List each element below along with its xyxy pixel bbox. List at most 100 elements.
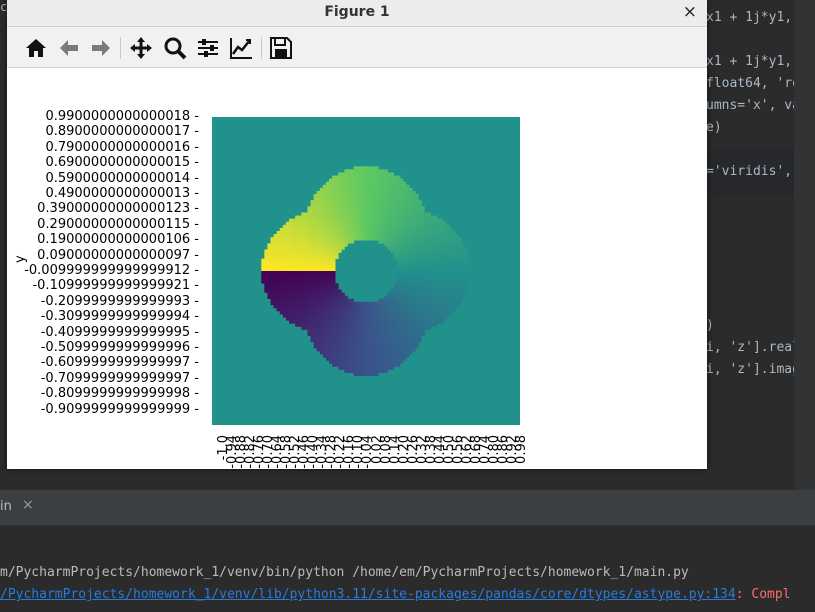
forward-button[interactable] [88,35,114,61]
heatmap-cell [307,206,311,210]
heatmap-cell [384,169,388,173]
heatmap-cell [332,243,336,247]
heatmap-cell [273,304,277,309]
heatmap-cell [409,246,413,250]
heatmap-cell [356,317,361,321]
y-tick-label: -0.6099999999999997 - [40,355,199,371]
heatmap-cell [279,289,284,293]
heatmap-cell [295,317,299,321]
heatmap-cell [276,240,281,244]
pan-button[interactable] [128,35,154,61]
heatmap-cell [304,320,308,324]
heatmap-cell [458,283,462,287]
heatmap-cell [375,363,379,367]
heatmap-cell [282,311,287,315]
figure-canvas[interactable]: 0.9900000000000018 -0.8900000000000017 -… [7,68,707,469]
heatmap-cell [282,283,287,287]
toolbar-separator [120,37,121,59]
heatmap-cell [301,271,305,275]
heatmap-cell [402,255,407,259]
editor-scrollbar[interactable] [794,0,815,490]
heatmap-cell [298,255,302,259]
heatmap-cell [332,332,336,336]
heatmap-cell [412,283,416,287]
heatmap-cell [433,311,438,315]
heatmap-cell [427,240,431,244]
heatmap-cell [267,274,271,278]
heatmap-cell [316,341,321,346]
heatmap-cell [347,212,351,216]
heatmap-cell [270,243,274,247]
heatmap-cell [427,323,431,327]
heatmap-cell [378,215,382,219]
heatmap-cell [353,311,358,315]
heatmap-cell [295,283,299,287]
window-titlebar[interactable]: Figure 1 × [7,0,707,27]
heatmap-cell [325,237,330,241]
heatmap-cell [427,320,431,324]
heatmap-cell [313,332,318,336]
heatmap-cell [359,212,364,216]
heatmap-cell [375,332,379,336]
heatmap-cell [304,221,308,226]
heatmap-cell [409,304,413,309]
heatmap-cell [446,252,450,256]
heatmap-cell [430,237,435,241]
console-file-link[interactable]: /PycharmProjects/homework_1/venv/lib/pyt… [0,587,736,602]
heatmap-cell [399,311,404,315]
heatmap-cell [455,246,459,250]
heatmap-cell [387,301,391,306]
heatmap-cell [384,172,388,176]
heatmap-cell [289,221,293,226]
heatmap-cell [415,280,419,284]
heatmap-cell [276,246,281,250]
heatmap-cell [338,351,342,355]
back-button[interactable] [56,35,82,61]
heatmap-cell [341,338,345,343]
heatmap-cell [310,289,314,293]
configure-subplots-button[interactable] [195,35,221,61]
heatmap-cell [387,323,391,327]
heatmap-cell [381,326,385,330]
heatmap-cell [322,283,327,287]
heatmap-cell [332,203,336,207]
heatmap-cell [298,280,302,284]
heatmap-cell [325,341,330,346]
heatmap-cell [387,351,391,355]
heatmap-cell [347,240,351,244]
heatmap-cell [350,234,354,238]
heatmap-cell [430,307,435,312]
heatmap-cell [396,326,401,330]
heatmap-cell [325,301,330,306]
heatmap-cell [390,295,395,300]
heatmap-cell [402,215,407,219]
heatmap-cell [390,338,395,343]
window-close-button[interactable]: × [683,2,697,22]
home-button[interactable] [23,35,49,61]
zoom-button[interactable] [162,35,188,61]
heatmap-cell [378,341,382,346]
heatmap-cell [366,357,370,361]
heatmap-cell [362,187,367,192]
heatmap-cell [350,317,354,321]
heatmap-cell [366,172,370,176]
save-button[interactable] [268,35,294,61]
heatmap-cell [366,197,370,201]
run-tab-main[interactable]: in [0,499,12,514]
heatmap-cell [381,218,385,223]
heatmap-cell [381,197,385,201]
heatmap-cell [409,261,413,266]
heatmap-cell [298,289,302,293]
console-error-text: : Compl [735,587,791,602]
heatmap-cell [390,212,395,216]
run-tab-close-icon[interactable]: × [22,497,34,513]
heatmap-cell [285,221,290,226]
edit-axis-button[interactable] [228,35,254,61]
heatmap-cell [378,175,382,179]
heatmap-cell [439,246,444,250]
heatmap-cell [424,221,428,226]
heatmap-cell [384,311,388,315]
heatmap-cell [332,320,336,324]
heatmap-cell [362,234,367,238]
heatmap-cell [458,298,462,303]
